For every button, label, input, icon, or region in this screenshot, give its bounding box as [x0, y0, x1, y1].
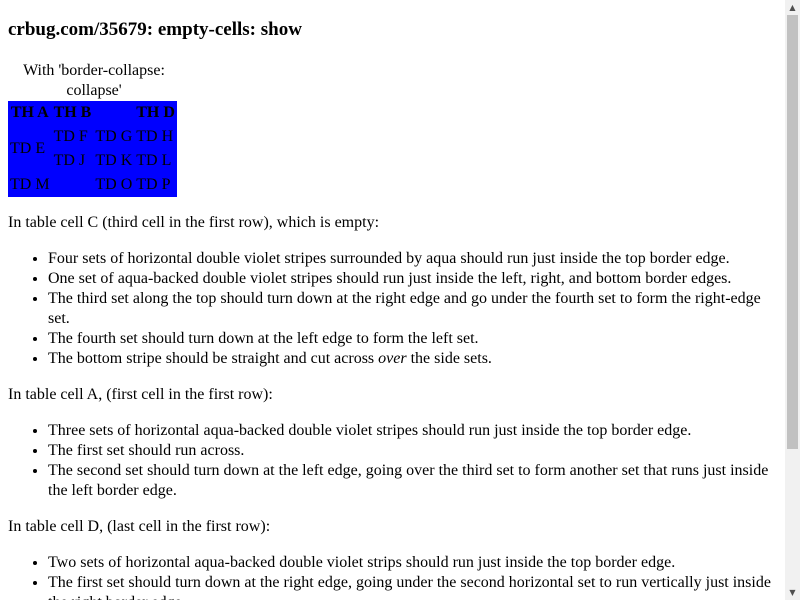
list-item: The second set should turn down at the l…	[48, 461, 780, 501]
cell-n-empty	[52, 173, 94, 197]
cell-td-m: TD M	[10, 176, 50, 193]
section-c-intro: In table cell C (third cell in the first…	[8, 214, 380, 231]
scroll-down-arrow-icon[interactable]: ▼	[785, 585, 800, 600]
section-d-intro: In table cell D, (last cell in the first…	[8, 518, 271, 535]
cell-td-e: TD E	[10, 140, 46, 157]
page-title: crbug.com/35679: empty-cells: show	[8, 19, 302, 40]
list-item: Two sets of horizontal aqua-backed doubl…	[48, 553, 780, 573]
cell-td-f: TD F	[53, 128, 88, 145]
list-item: The fourth set should turn down at the l…	[48, 329, 780, 349]
cell-th-d: TH D	[136, 104, 175, 121]
scroll-up-arrow-icon[interactable]: ▲	[785, 0, 800, 15]
table-row: TD E TD F TD G TD H	[8, 125, 177, 157]
cell-td-h: TD H	[136, 128, 174, 145]
list-item: The bottom stripe should be straight and…	[48, 349, 780, 369]
table-row: TH A TH B TH D	[8, 101, 177, 125]
cell-td-o: TD O	[95, 176, 133, 193]
cell-c-empty	[93, 101, 134, 125]
cell-td-g: TD G	[95, 128, 133, 145]
list-item: Three sets of horizontal aqua-backed dou…	[48, 421, 780, 441]
cell-th-b: TH B	[53, 104, 92, 121]
cell-th-a: TH A	[10, 104, 49, 121]
list-item: One set of aqua-backed double violet str…	[48, 269, 780, 289]
table-caption: With 'border-collapse: collapse'	[23, 62, 165, 99]
cell-td-k: TD K	[95, 152, 133, 169]
page-content: crbug.com/35679: empty-cells: show With …	[8, 0, 780, 600]
list-item-text: The bottom stripe should be straight and…	[48, 350, 379, 367]
table-row: TD M TD O TD P	[8, 173, 177, 197]
list-item: The third set along the top should turn …	[48, 289, 780, 329]
test-table: TH A TH B TH D TD E TD F TD G TD H TD J …	[8, 101, 177, 197]
scrollbar-thumb[interactable]	[787, 15, 798, 449]
section-a-intro: In table cell A, (first cell in the firs…	[8, 386, 273, 403]
vertical-scrollbar[interactable]: ▲ ▼	[785, 0, 800, 600]
list-item-text: the side sets.	[406, 350, 492, 367]
list-item: Four sets of horizontal double violet st…	[48, 249, 780, 269]
list-item: The first set should turn down at the ri…	[48, 573, 780, 600]
cell-td-l: TD L	[136, 152, 172, 169]
section-c-list: Four sets of horizontal double violet st…	[8, 249, 780, 369]
emphasis-text: over	[378, 350, 407, 367]
section-d-list: Two sets of horizontal aqua-backed doubl…	[8, 553, 780, 600]
cell-td-p: TD P	[136, 176, 171, 193]
list-item: The first set should run across.	[48, 441, 780, 461]
cell-td-j: TD J	[53, 152, 86, 169]
section-a-list: Three sets of horizontal aqua-backed dou…	[8, 421, 780, 501]
